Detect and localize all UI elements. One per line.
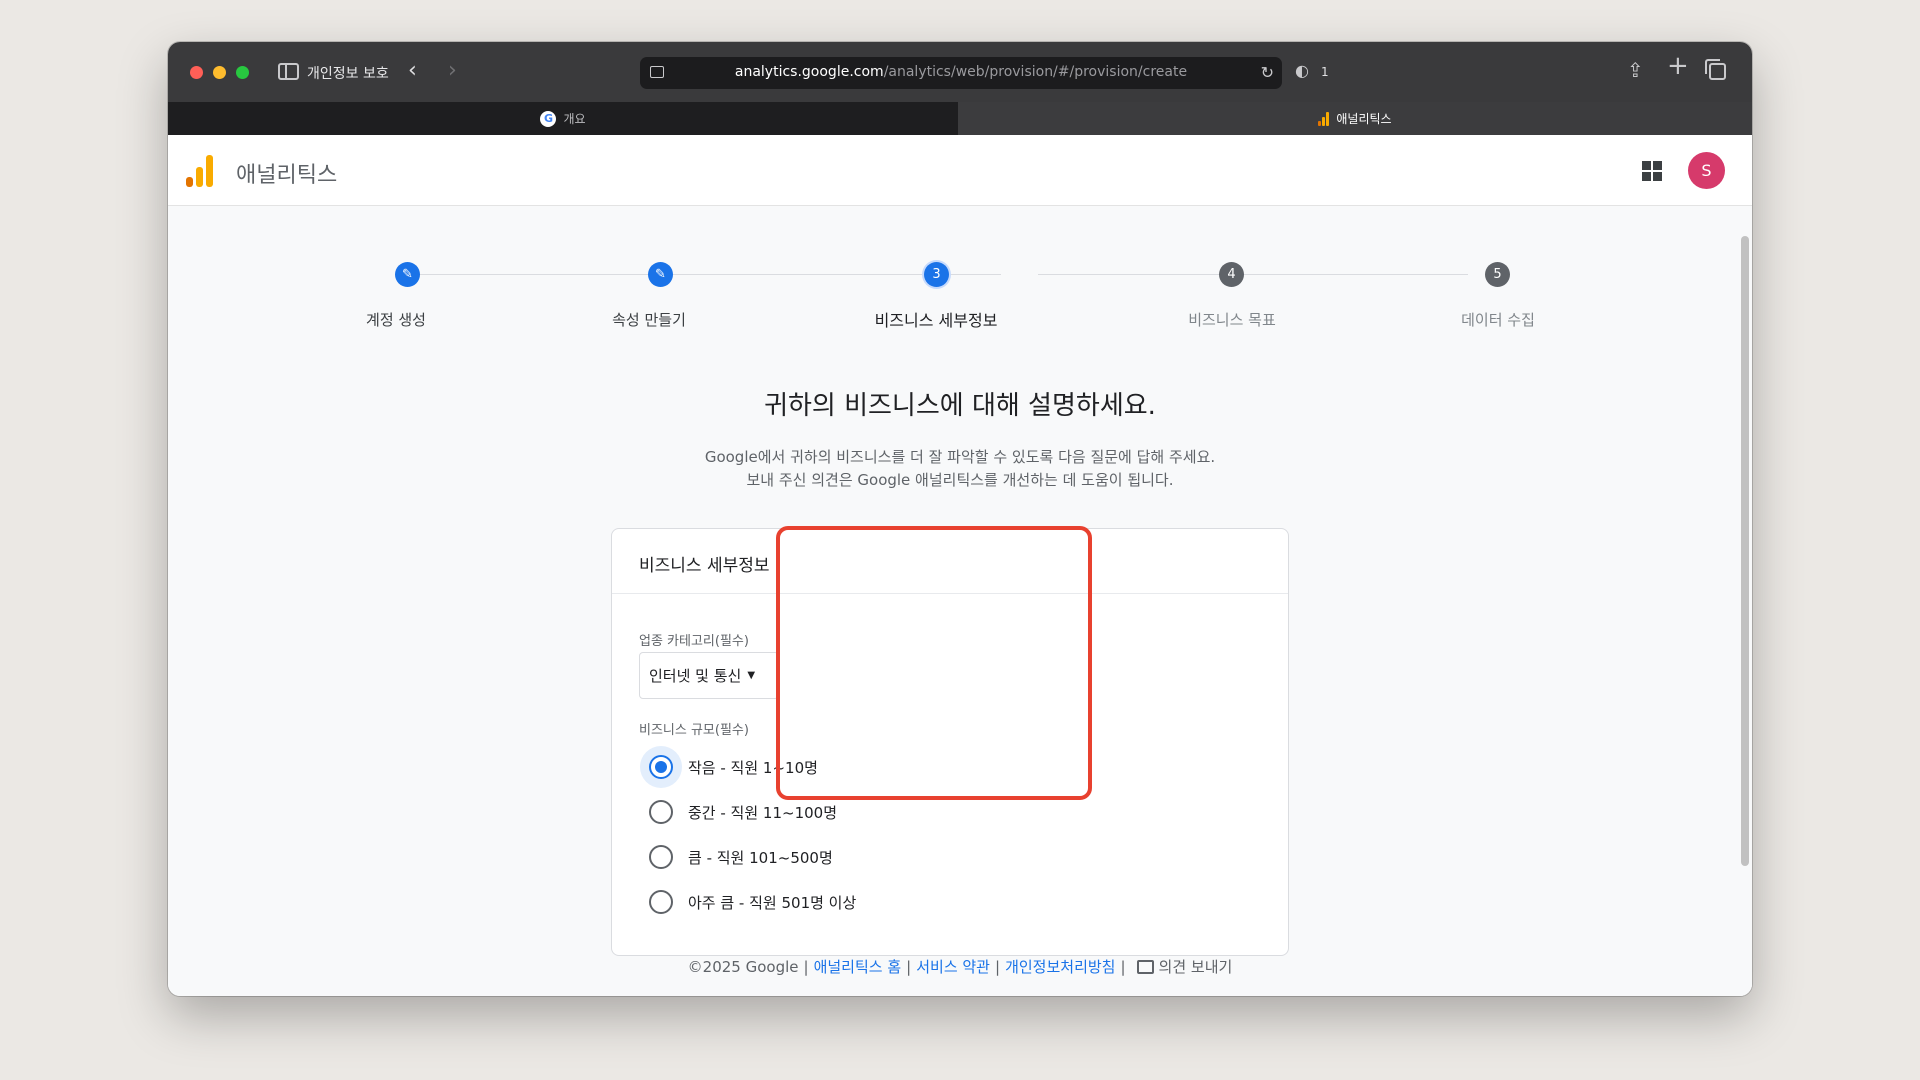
page-description-line-2: 보내 주신 의견은 Google 애널리틱스를 개선하는 데 도움이 됩니다. xyxy=(746,471,1174,489)
dropdown-caret-icon: ▼ xyxy=(747,670,756,681)
radio-button[interactable] xyxy=(649,800,673,824)
footer-separator: | xyxy=(1120,957,1126,976)
step-2-label: 속성 만들기 xyxy=(612,311,686,329)
step-4-marker: 4 xyxy=(1219,262,1244,287)
browser-titlebar: 개인정보 보호 ‹ › analytics.google.com/analyti… xyxy=(168,42,1752,102)
google-favicon-icon: G xyxy=(540,110,557,127)
step-2-marker: ✎ xyxy=(648,262,673,287)
tab-overview[interactable]: G 개요 xyxy=(168,102,958,135)
step-1-label: 계정 생성 xyxy=(366,311,426,329)
step-3-marker: 3 xyxy=(924,262,949,287)
step-5-marker: 5 xyxy=(1485,262,1510,287)
radio-label: 중간 - 직원 11~100명 xyxy=(688,803,838,822)
avatar[interactable]: S xyxy=(1688,152,1725,189)
app-title[interactable]: 애널리틱스 xyxy=(236,157,337,189)
stepper-line xyxy=(1038,274,1468,275)
close-window-button[interactable] xyxy=(190,66,203,79)
industry-category-value: 인터넷 및 통신 xyxy=(649,667,742,685)
share-icon[interactable]: ⇪ xyxy=(1627,60,1644,80)
tab-label: 개요 xyxy=(563,112,586,126)
footer-separator: | xyxy=(803,957,809,976)
analytics-favicon-icon xyxy=(1318,111,1330,126)
radio-label: 큼 - 직원 101~500명 xyxy=(688,848,833,867)
forward-arrow-icon[interactable]: › xyxy=(448,60,457,82)
minimize-window-button[interactable] xyxy=(213,66,226,79)
annotation-highlight-box xyxy=(776,526,1092,800)
step-1-marker: ✎ xyxy=(395,262,420,287)
footer-links: ©2025 Google | 애널리틱스 홈 | 서비스 약관 | 개인정보처리… xyxy=(168,956,1752,977)
tab-overview-icon[interactable] xyxy=(1705,59,1726,80)
url-host: analytics.google.com xyxy=(734,64,884,80)
footer-link-analytics-home[interactable]: 애널리틱스 홈 xyxy=(814,956,902,977)
step-3-label: 비즈니스 세부정보 xyxy=(874,311,998,330)
address-bar[interactable]: analytics.google.com/analytics/web/provi… xyxy=(640,57,1282,89)
page-description-line-1: Google에서 귀하의 비즈니스를 더 잘 파악할 수 있도록 다음 질문에 … xyxy=(704,448,1216,466)
private-mode-label[interactable]: 개인정보 보호 xyxy=(307,63,389,83)
browser-window: 개인정보 보호 ‹ › analytics.google.com/analyti… xyxy=(168,42,1752,996)
copyright-text: ©2025 Google xyxy=(687,957,799,976)
radio-button-checked[interactable] xyxy=(649,755,673,779)
tab-label: 애널리틱스 xyxy=(1336,112,1392,126)
step-4-label: 비즈니스 목표 xyxy=(1188,311,1276,329)
app-header: 애널리틱스 S xyxy=(168,135,1752,206)
stepper-line xyxy=(396,274,1001,275)
footer-link-privacy[interactable]: 개인정보처리방침 xyxy=(1005,956,1115,977)
footer-separator: | xyxy=(995,957,1001,976)
sidebar-toggle-icon[interactable] xyxy=(278,63,299,80)
apps-grid-icon[interactable] xyxy=(1642,161,1662,181)
page-title: 귀하의 비즈니스에 대해 설명하세요. xyxy=(764,391,1156,421)
url-text[interactable]: analytics.google.com/analytics/web/provi… xyxy=(640,64,1282,80)
feedback-icon[interactable] xyxy=(1136,959,1154,974)
size-option-large[interactable]: 큼 - 직원 101~500명 xyxy=(649,845,833,869)
footer-separator: | xyxy=(906,957,912,976)
url-path: /analytics/web/provision/#/provision/cre… xyxy=(883,64,1188,80)
step-5-label: 데이터 수집 xyxy=(1461,311,1535,329)
footer-link-terms[interactable]: 서비스 약관 xyxy=(916,956,990,977)
zoom-window-button[interactable] xyxy=(236,66,249,79)
feedback-link[interactable]: 의견 보내기 xyxy=(1159,956,1233,977)
card-title: 비즈니스 세부정보 xyxy=(639,556,770,576)
size-option-very-large[interactable]: 아주 큼 - 직원 501명 이상 xyxy=(649,890,856,914)
industry-category-select[interactable]: 인터넷 및 통신 ▼ xyxy=(639,652,779,699)
back-arrow-icon[interactable]: ‹ xyxy=(408,60,417,82)
scrollbar-thumb[interactable] xyxy=(1741,236,1749,866)
tab-analytics[interactable]: 애널리틱스 xyxy=(958,102,1752,135)
business-size-label: 비즈니스 규모(필수) xyxy=(639,723,749,738)
size-option-medium[interactable]: 중간 - 직원 11~100명 xyxy=(649,800,837,824)
privacy-shield-icon[interactable]: ◐ xyxy=(1295,61,1309,81)
radio-label: 아주 큼 - 직원 501명 이상 xyxy=(688,893,857,912)
reload-icon[interactable]: ↻ xyxy=(1261,63,1274,82)
new-tab-icon[interactable]: + xyxy=(1667,53,1689,79)
tracker-count: 1 xyxy=(1321,65,1329,79)
industry-category-label: 업종 카테고리(필수) xyxy=(639,634,749,649)
radio-button[interactable] xyxy=(649,890,673,914)
radio-button[interactable] xyxy=(649,845,673,869)
tab-strip: G 개요 애널리틱스 xyxy=(168,102,1752,135)
analytics-logo-icon[interactable] xyxy=(186,155,213,187)
